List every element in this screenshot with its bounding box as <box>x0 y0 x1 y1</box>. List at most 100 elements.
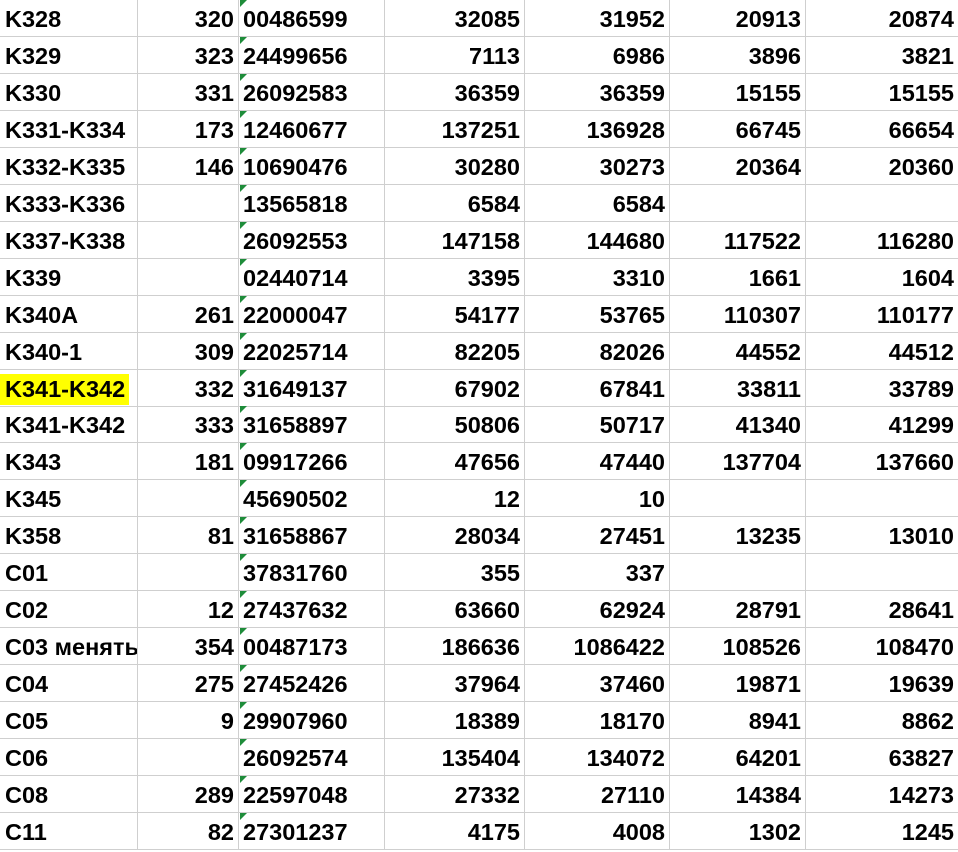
cell-name[interactable]: K337-K338 <box>0 222 138 258</box>
cell-number[interactable]: 333 <box>138 406 239 442</box>
cell-name[interactable]: K330 <box>0 74 138 110</box>
cell-value-4[interactable]: 14273 <box>806 776 958 812</box>
cell-number[interactable]: 173 <box>138 111 239 147</box>
cell-number[interactable] <box>138 554 239 590</box>
cell-number[interactable]: 275 <box>138 665 239 701</box>
cell-number[interactable]: 9 <box>138 702 239 738</box>
cell-code[interactable]: 22025714 <box>239 333 385 369</box>
cell-code[interactable]: 31658867 <box>239 517 385 553</box>
cell-value-2[interactable]: 50717 <box>525 406 670 442</box>
cell-value-2[interactable]: 37460 <box>525 665 670 701</box>
cell-name[interactable]: K358 <box>0 517 138 553</box>
cell-value-4[interactable] <box>806 185 958 221</box>
cell-value-1[interactable]: 147158 <box>385 222 525 258</box>
cell-value-1[interactable]: 7113 <box>385 37 525 73</box>
cell-value-3[interactable]: 3896 <box>670 37 806 73</box>
cell-code[interactable]: 12460677 <box>239 111 385 147</box>
cell-code[interactable]: 37831760 <box>239 554 385 590</box>
cell-value-2[interactable]: 337 <box>525 554 670 590</box>
cell-name[interactable]: K341-K342 <box>0 370 138 406</box>
cell-number[interactable]: 181 <box>138 443 239 479</box>
cell-value-3[interactable] <box>670 554 806 590</box>
cell-value-4[interactable]: 137660 <box>806 443 958 479</box>
cell-value-1[interactable]: 3395 <box>385 259 525 295</box>
cell-value-2[interactable]: 6584 <box>525 185 670 221</box>
cell-value-2[interactable]: 30273 <box>525 148 670 184</box>
cell-value-1[interactable]: 18389 <box>385 702 525 738</box>
cell-value-1[interactable]: 82205 <box>385 333 525 369</box>
cell-value-4[interactable]: 19639 <box>806 665 958 701</box>
cell-value-3[interactable]: 28791 <box>670 591 806 627</box>
cell-value-3[interactable]: 64201 <box>670 739 806 775</box>
cell-value-3[interactable] <box>670 480 806 516</box>
cell-number[interactable]: 320 <box>138 0 239 36</box>
cell-value-2[interactable]: 62924 <box>525 591 670 627</box>
cell-value-3[interactable]: 20913 <box>670 0 806 36</box>
cell-code[interactable]: 26092553 <box>239 222 385 258</box>
cell-value-3[interactable]: 13235 <box>670 517 806 553</box>
cell-value-4[interactable]: 3821 <box>806 37 958 73</box>
cell-value-3[interactable]: 137704 <box>670 443 806 479</box>
cell-value-3[interactable]: 108526 <box>670 628 806 664</box>
cell-code[interactable]: 02440714 <box>239 259 385 295</box>
cell-value-4[interactable]: 20360 <box>806 148 958 184</box>
cell-value-1[interactable]: 4175 <box>385 813 525 849</box>
cell-name[interactable]: C11 <box>0 813 138 849</box>
cell-number[interactable]: 354 <box>138 628 239 664</box>
cell-number[interactable]: 289 <box>138 776 239 812</box>
cell-value-1[interactable]: 27332 <box>385 776 525 812</box>
cell-value-1[interactable]: 47656 <box>385 443 525 479</box>
cell-code[interactable]: 27452426 <box>239 665 385 701</box>
cell-value-4[interactable]: 41299 <box>806 406 958 442</box>
cell-name[interactable]: C01 <box>0 554 138 590</box>
cell-value-2[interactable]: 136928 <box>525 111 670 147</box>
cell-value-1[interactable]: 355 <box>385 554 525 590</box>
cell-number[interactable] <box>138 480 239 516</box>
cell-value-3[interactable]: 41340 <box>670 406 806 442</box>
cell-value-4[interactable]: 66654 <box>806 111 958 147</box>
cell-name[interactable]: K333-K336 <box>0 185 138 221</box>
cell-code[interactable]: 26092574 <box>239 739 385 775</box>
cell-value-4[interactable]: 44512 <box>806 333 958 369</box>
cell-code[interactable]: 10690476 <box>239 148 385 184</box>
cell-value-3[interactable]: 33811 <box>670 370 806 406</box>
cell-value-2[interactable]: 27451 <box>525 517 670 553</box>
cell-value-4[interactable]: 108470 <box>806 628 958 664</box>
cell-value-1[interactable]: 50806 <box>385 406 525 442</box>
cell-value-2[interactable]: 53765 <box>525 296 670 332</box>
cell-number[interactable] <box>138 739 239 775</box>
cell-value-2[interactable]: 67841 <box>525 370 670 406</box>
cell-value-2[interactable]: 4008 <box>525 813 670 849</box>
cell-code[interactable]: 27437632 <box>239 591 385 627</box>
cell-value-3[interactable]: 44552 <box>670 333 806 369</box>
cell-code[interactable]: 31658897 <box>239 406 385 442</box>
cell-number[interactable]: 12 <box>138 591 239 627</box>
cell-value-4[interactable]: 1245 <box>806 813 958 849</box>
cell-value-4[interactable] <box>806 480 958 516</box>
cell-number[interactable]: 81 <box>138 517 239 553</box>
cell-value-3[interactable]: 20364 <box>670 148 806 184</box>
cell-value-3[interactable]: 8941 <box>670 702 806 738</box>
cell-code[interactable]: 00486599 <box>239 0 385 36</box>
cell-value-3[interactable] <box>670 185 806 221</box>
cell-value-2[interactable]: 6986 <box>525 37 670 73</box>
cell-code[interactable]: 00487173 <box>239 628 385 664</box>
cell-code[interactable]: 26092583 <box>239 74 385 110</box>
cell-name[interactable]: K331-K334 <box>0 111 138 147</box>
cell-value-2[interactable]: 82026 <box>525 333 670 369</box>
cell-value-1[interactable]: 67902 <box>385 370 525 406</box>
cell-value-4[interactable]: 33789 <box>806 370 958 406</box>
cell-value-3[interactable]: 1302 <box>670 813 806 849</box>
cell-value-3[interactable]: 110307 <box>670 296 806 332</box>
cell-code[interactable]: 31649137 <box>239 370 385 406</box>
cell-number[interactable] <box>138 185 239 221</box>
cell-value-2[interactable]: 144680 <box>525 222 670 258</box>
cell-number[interactable]: 82 <box>138 813 239 849</box>
cell-value-1[interactable]: 28034 <box>385 517 525 553</box>
cell-name[interactable]: K340-1 <box>0 333 138 369</box>
cell-value-1[interactable]: 54177 <box>385 296 525 332</box>
cell-number[interactable]: 146 <box>138 148 239 184</box>
cell-code[interactable]: 24499656 <box>239 37 385 73</box>
cell-value-4[interactable]: 1604 <box>806 259 958 295</box>
cell-name[interactable]: K343 <box>0 443 138 479</box>
